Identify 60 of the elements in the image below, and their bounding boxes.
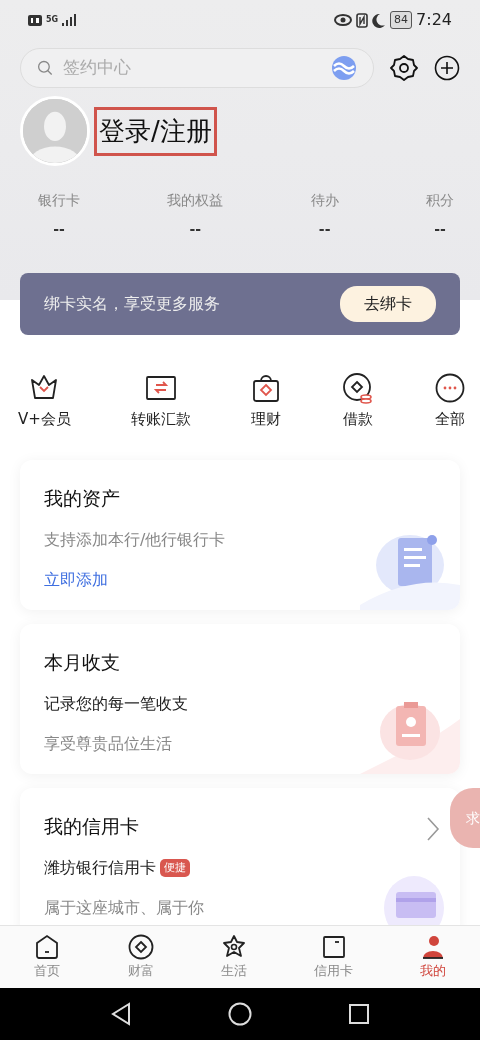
info-card[interactable]: 本月收支 记录您的每一笔收支 享受尊贵品位生活 — [20, 623, 460, 774]
shortcut-button[interactable]: 借款 — [336, 371, 381, 432]
login-link[interactable]: 登录/注册 — [94, 106, 217, 156]
info-card[interactable]: 我的信用卡 潍坊银行信用卡 便捷 属于这座城市、属于你 — [20, 787, 460, 925]
eye-icon — [334, 14, 353, 26]
tab-bar-item[interactable]: 首页 — [26, 932, 67, 982]
stat-value: -- — [53, 220, 65, 239]
card-caption: 属于这座城市、属于你 — [44, 897, 204, 919]
stat-label: 待办 — [310, 191, 339, 210]
tab-bar-item[interactable]: 信用卡 — [308, 932, 360, 982]
card-subtitle: 潍坊银行信用卡 — [44, 857, 156, 879]
shortcut-label: 借款 — [343, 409, 374, 430]
recents-icon[interactable] — [348, 1003, 370, 1025]
more-icon — [433, 372, 466, 404]
network-label: 5G — [46, 14, 59, 26]
stat-label: 积分 — [426, 191, 454, 210]
bind-card-button[interactable]: 去绑卡 — [340, 286, 436, 322]
add-icon[interactable] — [434, 55, 460, 81]
tab-bar-item[interactable]: 我的 — [413, 932, 454, 982]
moon-icon — [372, 12, 387, 28]
shortcut-label: 转账汇款 — [130, 409, 191, 430]
clock: 7:24 — [416, 9, 452, 31]
card-subtitle: 支持添加本行/他行银行卡 — [44, 529, 227, 551]
add-link[interactable]: 立即添加 — [44, 568, 108, 592]
search-icon — [37, 58, 54, 78]
info-card[interactable]: 我的资产 支持添加本行/他行银行卡 立即添加 — [20, 459, 460, 610]
search-input[interactable]: 签约中心 — [61, 54, 323, 82]
tab-bar-item[interactable]: 生活 — [214, 932, 255, 982]
shortcut-label: 全部 — [434, 409, 465, 430]
card-caption: 享受尊贵品位生活 — [44, 733, 172, 755]
wave-logo-icon[interactable] — [331, 55, 357, 81]
card-title: 我的信用卡 — [44, 813, 139, 839]
back-icon[interactable] — [110, 1002, 132, 1026]
search-field[interactable]: 签约中心 — [20, 48, 374, 88]
chevron-right-icon — [426, 815, 440, 842]
stat-label: 银行卡 — [38, 191, 80, 210]
stat-label: 我的权益 — [167, 191, 224, 210]
shortcut-button[interactable]: 理财 — [244, 371, 289, 432]
shortcut-button[interactable]: 全部 — [427, 371, 472, 432]
battery-indicator: 84 — [390, 10, 413, 30]
card-title: 本月收支 — [44, 649, 120, 675]
tag-label: 便捷 — [160, 858, 190, 878]
stat-value: -- — [434, 220, 446, 239]
hd-icon — [28, 14, 42, 26]
settings-icon[interactable] — [390, 54, 418, 82]
signal-icon — [62, 14, 77, 26]
banner-text: 绑卡实名，享受更多服务 — [44, 293, 220, 315]
shortcut-button[interactable]: 转账汇款 — [124, 371, 197, 432]
shortcut-button[interactable]: V+会员 — [12, 371, 77, 432]
coin-icon — [342, 372, 375, 404]
home-circle-icon[interactable] — [228, 1002, 252, 1026]
shortcut-label: V+会员 — [18, 409, 71, 430]
stat-value: -- — [318, 220, 331, 239]
card-subtitle: 记录您的每一笔收支 — [44, 693, 188, 715]
shortcut-label: 理财 — [251, 409, 282, 430]
stat-value: -- — [189, 220, 202, 239]
card-title: 我的资产 — [44, 485, 120, 511]
tab-bar-item[interactable]: 财富 — [120, 932, 161, 982]
coin-icon — [126, 933, 155, 962]
nfc-icon — [356, 12, 369, 28]
